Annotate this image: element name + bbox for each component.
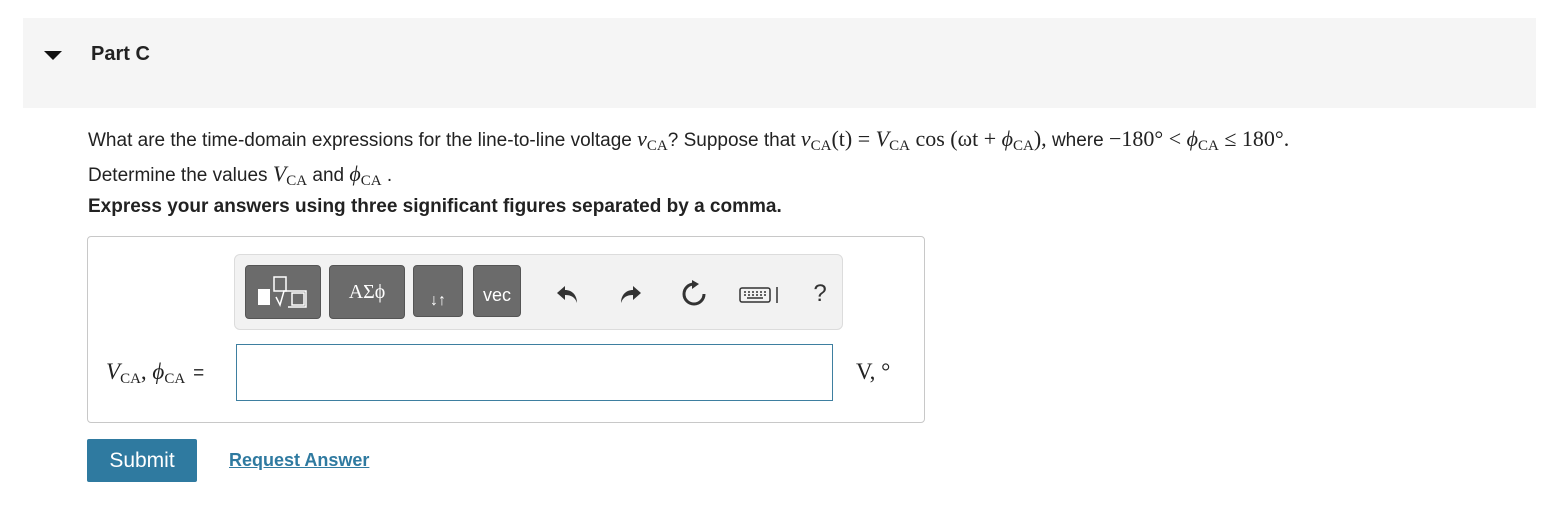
- undo-icon[interactable]: [553, 279, 583, 309]
- submit-button[interactable]: Submit: [87, 439, 197, 482]
- question-text: What are the time-domain expressions for…: [88, 126, 1290, 189]
- reset-icon[interactable]: [679, 279, 709, 309]
- redo-icon[interactable]: [615, 279, 645, 309]
- units-label: V, °: [856, 359, 891, 384]
- answer-input[interactable]: [236, 344, 833, 401]
- part-header[interactable]: [23, 18, 1536, 108]
- templates-icon: [258, 276, 307, 308]
- greek-symbols-button[interactable]: ΑΣϕ: [329, 265, 405, 319]
- help-button[interactable]: ?: [805, 279, 835, 309]
- vector-button[interactable]: vec: [473, 265, 521, 317]
- subscript-superscript-button[interactable]: ↓↑: [413, 265, 463, 317]
- request-answer-link[interactable]: Request Answer: [229, 450, 369, 471]
- instruction-text: Express your answers using three signifi…: [88, 196, 782, 217]
- part-title: Part C: [91, 43, 150, 65]
- answer-variable-label: VCA, ϕCA =: [106, 359, 205, 387]
- templates-button[interactable]: [245, 265, 321, 319]
- keyboard-icon[interactable]: [739, 279, 783, 309]
- collapse-caret-icon[interactable]: [44, 51, 62, 60]
- math-toolbar: ΑΣϕ ↓↑ vec ?: [234, 254, 843, 330]
